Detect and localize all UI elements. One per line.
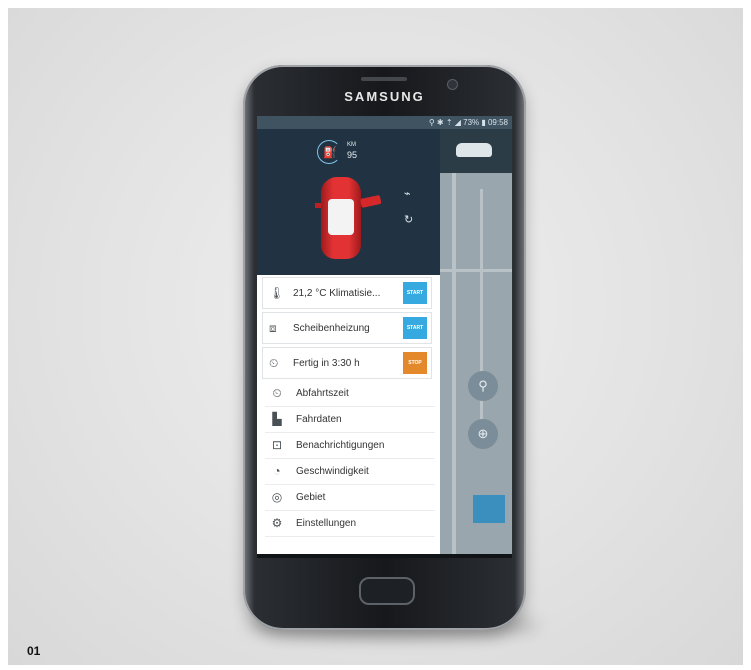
- climate-control-row: 🌡 21,2 °C Klimatisie... START: [262, 277, 432, 309]
- clock-timer-icon: ⏲: [269, 356, 279, 370]
- bar-chart-icon: ▙: [272, 412, 282, 426]
- car-icon[interactable]: [456, 143, 492, 157]
- vehicle-status-panel: ⛽ KM 95 ⌁ ↻: [257, 129, 440, 275]
- map-road: [452, 173, 456, 558]
- notification-icon: ⊡: [271, 438, 283, 452]
- location-pin-button[interactable]: ⚲: [468, 371, 498, 401]
- speaker-grille: [361, 77, 407, 81]
- car-top-view: [315, 177, 382, 259]
- smartphone: SAMSUNG ⚲ ✱ ⇡ ◢ 73% ▮ 09:58 ⚲ ⊕ ⛽ KM 95: [243, 65, 526, 630]
- menu-label: Abfahrtszeit: [296, 388, 349, 399]
- menu-item-fahrdaten[interactable]: ▙ Fahrdaten: [265, 407, 435, 433]
- map-view[interactable]: ⚲ ⊕: [440, 129, 512, 558]
- home-button[interactable]: [359, 577, 415, 605]
- menu-label: Gebiet: [296, 492, 326, 503]
- menu-item-abfahrtszeit[interactable]: ⏲ Abfahrtszeit: [265, 381, 435, 407]
- climate-start-button[interactable]: START: [403, 282, 427, 304]
- crosshair-button[interactable]: ⊕: [468, 419, 498, 449]
- map-header: [440, 129, 512, 173]
- car-roof: [328, 199, 354, 235]
- phone-screen: ⚲ ✱ ⇡ ◢ 73% ▮ 09:58 ⚲ ⊕ ⛽ KM 95 ⌁ ↻ 🌡 21…: [257, 116, 512, 558]
- charging-timer-label: Fertig in 3:30 h: [293, 358, 360, 369]
- thermometer-icon: 🌡: [269, 286, 285, 300]
- charging-timer-row: ⏲ Fertig in 3:30 h STOP: [262, 347, 432, 379]
- car-mirror: [315, 203, 321, 208]
- navigation-drawer: ⛽ KM 95 ⌁ ↻ 🌡 21,2 °C Klimatisie... STAR…: [257, 129, 440, 558]
- open-door-indicator: [360, 194, 382, 208]
- map-road: [440, 269, 512, 272]
- map-action-button[interactable]: [473, 495, 505, 523]
- figure-number: 01: [27, 644, 41, 658]
- area-icon: ◎: [271, 490, 283, 504]
- refresh-icon[interactable]: ↻: [404, 213, 413, 226]
- settings-icon: ⚙: [271, 516, 283, 530]
- menu-label: Fahrdaten: [296, 414, 342, 425]
- range-value: 95: [347, 150, 358, 160]
- menu-label: Geschwindigkeit: [296, 466, 369, 477]
- menu-item-geschwindigkeit[interactable]: ◔ Geschwindigkeit: [265, 459, 435, 485]
- menu-label: Einstellungen: [296, 518, 357, 529]
- climate-label: 21,2 °C Klimatisie...: [293, 288, 381, 299]
- menu-item-benachrichtigungen[interactable]: ⊡ Benachrichtigungen: [265, 433, 435, 459]
- menu-item-gebiet[interactable]: ◎ Gebiet: [265, 485, 435, 511]
- menu-label: Benachrichtigungen: [296, 440, 385, 451]
- window-heater-start-button[interactable]: START: [403, 317, 427, 339]
- charging-plug-icon[interactable]: ⌁: [404, 187, 411, 200]
- departure-time-icon: ⏲: [272, 386, 282, 400]
- fuel-pump-icon: ⛽: [323, 147, 337, 159]
- speedometer-icon: ◔: [273, 464, 281, 478]
- phone-brand-logo: SAMSUNG: [344, 89, 425, 104]
- status-bar: ⚲ ✱ ⇡ ◢ 73% ▮ 09:58: [257, 116, 512, 129]
- window-heater-label: Scheibenheizung: [293, 323, 370, 334]
- charging-stop-button[interactable]: STOP: [403, 352, 427, 374]
- range-unit: KM: [347, 142, 356, 148]
- system-nav-bar: [257, 554, 512, 558]
- window-heater-row: ⧈ Scheibenheizung START: [262, 312, 432, 344]
- menu-item-einstellungen[interactable]: ⚙ Einstellungen: [265, 511, 435, 537]
- window-heater-icon: ⧈: [269, 321, 277, 335]
